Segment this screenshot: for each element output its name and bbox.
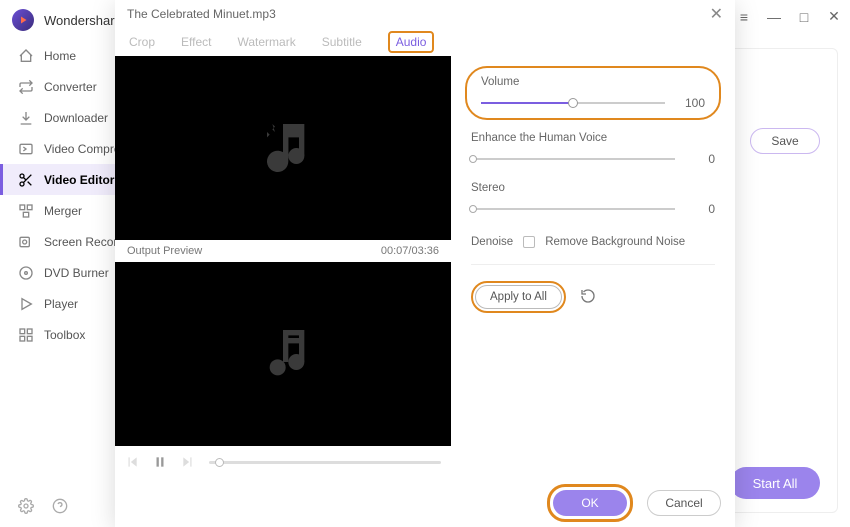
stereo-label: Stereo: [471, 182, 715, 194]
enhance-value: 0: [691, 152, 715, 166]
preview-label-row: Output Preview 00:07/03:36: [115, 240, 451, 262]
settings-icon[interactable]: [18, 498, 34, 517]
cancel-button[interactable]: Cancel: [647, 490, 721, 516]
app-title: Wondershare: [44, 13, 122, 28]
reset-icon[interactable]: [580, 288, 596, 307]
tab-effect[interactable]: Effect: [181, 31, 211, 53]
volume-label: Volume: [481, 76, 705, 88]
prev-frame-icon[interactable]: [125, 455, 139, 469]
sidebar-bottom: [18, 498, 68, 517]
tab-watermark[interactable]: Watermark: [237, 31, 295, 53]
play-icon: [18, 296, 34, 312]
sidebar-item-label: DVD Burner: [44, 266, 109, 280]
original-preview: [115, 56, 451, 240]
maximize-icon[interactable]: □: [796, 9, 812, 25]
divider: [471, 264, 715, 265]
denoise-checkbox[interactable]: [523, 236, 535, 248]
window-controls: ≡ — □ ✕: [736, 8, 842, 25]
output-preview: [115, 262, 451, 446]
stereo-slider[interactable]: [471, 208, 675, 210]
save-button[interactable]: Save: [750, 128, 820, 154]
ok-button[interactable]: OK: [553, 490, 627, 516]
modal-title: The Celebrated Minuet.mp3: [127, 7, 276, 21]
tab-crop[interactable]: Crop: [129, 31, 155, 53]
volume-value: 100: [681, 96, 705, 110]
audio-controls: Volume 100 Enhance the Human Voice 0 St: [451, 56, 735, 479]
player-bar: [115, 446, 451, 479]
menu-icon[interactable]: ≡: [736, 9, 752, 25]
modal-footer: OK Cancel: [115, 479, 735, 527]
scissors-icon: [18, 172, 34, 188]
compress-icon: [18, 141, 34, 157]
tab-subtitle[interactable]: Subtitle: [322, 31, 362, 53]
sidebar-item-label: Home: [44, 49, 76, 63]
stereo-value: 0: [691, 202, 715, 216]
home-icon: [18, 48, 34, 64]
music-note-icon: [251, 322, 315, 386]
volume-slider[interactable]: [481, 102, 665, 104]
sidebar-item-label: Toolbox: [44, 328, 85, 342]
pause-icon[interactable]: [153, 455, 167, 469]
sidebar-item-label: Player: [44, 297, 78, 311]
minimize-icon[interactable]: —: [766, 9, 782, 25]
record-icon: [18, 234, 34, 250]
preview-time: 00:07/03:36: [381, 245, 439, 257]
preview-column: Output Preview 00:07/03:36: [115, 56, 451, 479]
grid-icon: [18, 327, 34, 343]
modal-close-icon[interactable]: ✕: [710, 4, 723, 24]
start-all-button[interactable]: Start All: [730, 467, 820, 499]
sidebar-item-label: Converter: [44, 80, 97, 94]
output-preview-label: Output Preview: [127, 245, 202, 257]
help-icon[interactable]: [52, 498, 68, 517]
next-frame-icon[interactable]: [181, 455, 195, 469]
converter-icon: [18, 79, 34, 95]
modal-header: The Celebrated Minuet.mp3 ✕: [115, 0, 735, 28]
modal-tabs: Crop Effect Watermark Subtitle Audio: [115, 28, 735, 56]
close-icon[interactable]: ✕: [826, 8, 842, 25]
tab-audio[interactable]: Audio: [388, 31, 435, 53]
denoise-label: Denoise: [471, 236, 513, 248]
download-icon: [18, 110, 34, 126]
app-logo: [12, 9, 34, 31]
disc-icon: [18, 265, 34, 281]
edit-modal: The Celebrated Minuet.mp3 ✕ Crop Effect …: [115, 0, 735, 527]
playback-slider[interactable]: [209, 461, 441, 464]
merge-icon: [18, 203, 34, 219]
sidebar-item-label: Downloader: [44, 111, 108, 125]
sidebar-item-label: Merger: [44, 204, 82, 218]
sidebar-item-label: Video Editor: [44, 173, 114, 187]
enhance-label: Enhance the Human Voice: [471, 132, 715, 144]
denoise-checkbox-label: Remove Background Noise: [545, 236, 685, 248]
enhance-slider[interactable]: [471, 158, 675, 160]
music-note-icon: [251, 116, 315, 180]
apply-to-all-button[interactable]: Apply to All: [475, 285, 562, 309]
